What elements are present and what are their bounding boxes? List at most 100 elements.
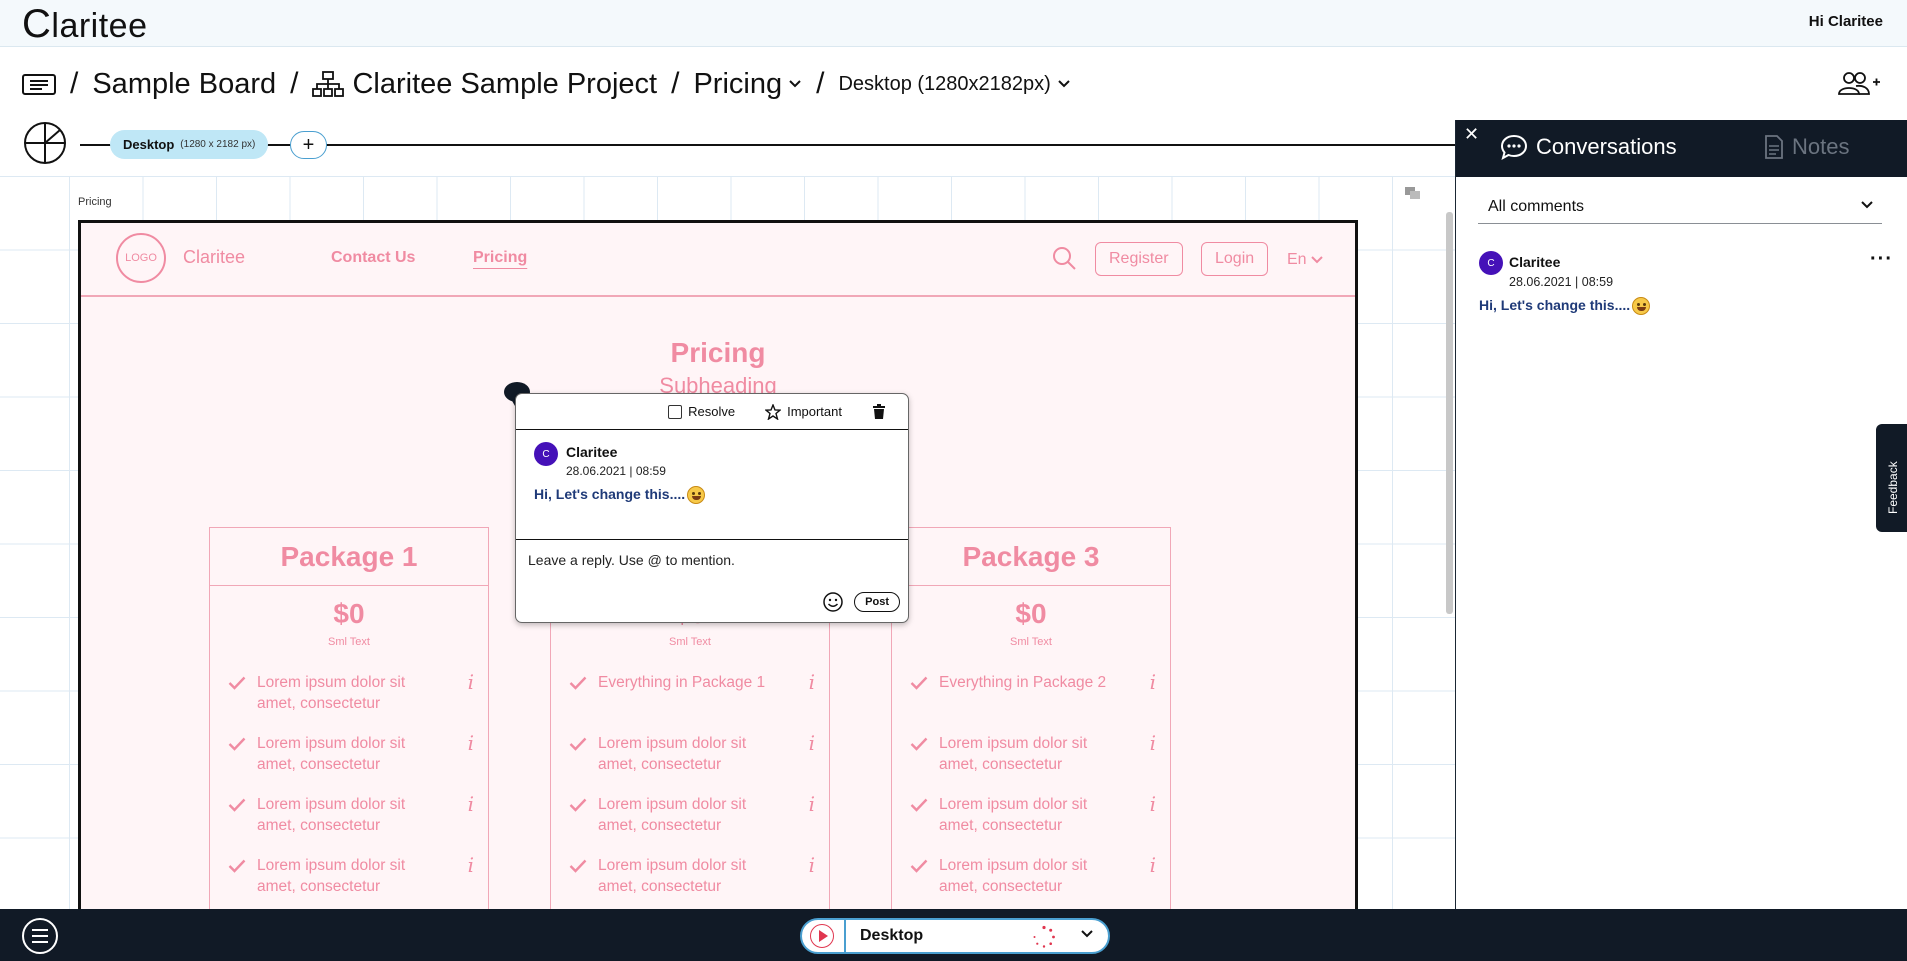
- feature-item: Lorem ipsum dolor sit amet, consectetur i: [210, 672, 488, 733]
- feature-text: Lorem ipsum dolor sit amet, consectetur: [598, 796, 747, 834]
- card-price: $0: [333, 598, 365, 629]
- breadcrumb-viewport[interactable]: Desktop (1280x2182px): [838, 73, 1050, 96]
- card-subtext: Sml Text: [669, 636, 711, 648]
- device-label: Desktop: [860, 927, 924, 944]
- play-icon[interactable]: [810, 924, 834, 948]
- check-icon: [228, 737, 246, 751]
- card-title: Package 1: [210, 528, 488, 586]
- feature-text: Lorem ipsum dolor sit amet, consectetur: [257, 857, 406, 895]
- comment-popup: Resolve Important C Claritee 28.06.2021 …: [515, 393, 909, 623]
- panel-header: ✕ Conversations Notes: [1456, 120, 1907, 177]
- comment-thread: C Claritee 28.06.2021 | 08:59 Hi, Let's …: [516, 430, 908, 540]
- chevron-down-icon[interactable]: [1080, 929, 1094, 939]
- feature-item: Lorem ipsum dolor sit amet, consectetur i: [892, 855, 1170, 916]
- info-icon[interactable]: i: [809, 855, 815, 876]
- feature-item: Lorem ipsum dolor sit amet, consectetur i: [210, 733, 488, 794]
- card-price: $0: [1015, 598, 1047, 629]
- check-icon: [228, 676, 246, 690]
- preview-register-button[interactable]: Register: [1095, 242, 1183, 276]
- feedback-tab[interactable]: Feedback: [1876, 424, 1907, 532]
- feature-item: Everything in Package 1 i: [551, 672, 829, 733]
- top-bar: Claritee Hi Claritee: [0, 0, 1907, 47]
- breadcrumb-page[interactable]: Pricing: [693, 68, 782, 101]
- feedback-label: Feedback: [1886, 461, 1900, 514]
- trash-icon[interactable]: [872, 404, 886, 419]
- menu-icon[interactable]: [22, 918, 58, 954]
- emoji-icon[interactable]: [822, 591, 844, 613]
- reply-actions: Post: [822, 591, 900, 613]
- bottom-bar: Desktop: [0, 909, 1907, 961]
- add-breakpoint-button[interactable]: +: [290, 131, 327, 159]
- check-icon: [228, 798, 246, 812]
- info-icon[interactable]: i: [1150, 794, 1156, 815]
- breadcrumb-separator: /: [290, 67, 299, 100]
- user-greeting[interactable]: Hi Claritee: [1809, 13, 1883, 30]
- important-label: Important: [787, 404, 842, 419]
- preview-nav: LOGO Claritee Contact Us Pricing Registe…: [81, 223, 1355, 297]
- feature-text: Everything in Package 2: [939, 674, 1107, 691]
- avatar: C: [1479, 251, 1503, 275]
- info-icon[interactable]: i: [809, 733, 815, 754]
- panel-comment-text-value: Hi, Let's change this....: [1479, 297, 1631, 313]
- feature-text: Everything in Package 1: [598, 674, 766, 691]
- breakpoint-desktop[interactable]: Desktop (1280 x 2182 px): [110, 130, 269, 159]
- breadcrumb-project[interactable]: Claritee Sample Project: [352, 68, 657, 101]
- comments-filter-select[interactable]: All comments: [1478, 192, 1882, 224]
- chevron-down-icon[interactable]: [1057, 79, 1071, 89]
- info-icon[interactable]: i: [468, 733, 474, 754]
- preview-login-button[interactable]: Login: [1201, 242, 1269, 276]
- preview-logo: LOGO: [116, 233, 166, 283]
- feature-item: Lorem ipsum dolor sit amet, consectetur i: [551, 855, 829, 916]
- post-button[interactable]: Post: [854, 592, 900, 612]
- check-icon: [228, 859, 246, 873]
- tab-conversations-label: Conversations: [1536, 134, 1677, 159]
- canvas-scrollbar[interactable]: [1446, 212, 1453, 614]
- tab-notes[interactable]: Notes: [1764, 134, 1849, 160]
- device-selector[interactable]: Desktop: [800, 918, 1110, 954]
- add-users-icon[interactable]: [1837, 70, 1881, 98]
- info-icon[interactable]: i: [468, 855, 474, 876]
- card-subtext: Sml Text: [328, 636, 370, 648]
- breadcrumb-separator: /: [671, 67, 680, 100]
- frame-label: Pricing: [78, 196, 112, 208]
- info-icon[interactable]: i: [809, 794, 815, 815]
- grin-emoji-icon: [687, 486, 706, 505]
- layers-icon[interactable]: [1404, 186, 1422, 200]
- more-options-icon[interactable]: ···: [1870, 248, 1893, 271]
- check-icon: [910, 859, 928, 873]
- panel-comment-text[interactable]: Hi, Let's change this....: [1479, 297, 1651, 316]
- info-icon[interactable]: i: [468, 672, 474, 693]
- info-icon[interactable]: i: [1150, 855, 1156, 876]
- preview-lang[interactable]: En: [1287, 251, 1323, 269]
- close-icon[interactable]: ✕: [1464, 124, 1479, 145]
- chevron-down-icon[interactable]: [788, 79, 802, 89]
- feature-list: Everything in Package 2 i Lorem ipsum dolo…: [892, 672, 1170, 916]
- info-icon[interactable]: i: [809, 672, 815, 693]
- brand-logo[interactable]: Claritee: [22, 2, 148, 47]
- chevron-down-icon: [1311, 256, 1323, 264]
- pricing-card: Package 3 $0 Sml Text Everything in Package…: [891, 527, 1171, 917]
- resolve-checkbox[interactable]: Resolve: [668, 404, 735, 419]
- search-icon[interactable]: [1051, 245, 1077, 271]
- info-icon[interactable]: i: [1150, 733, 1156, 754]
- preview-link-contact[interactable]: Contact Us: [331, 249, 415, 267]
- tab-conversations[interactable]: Conversations: [1500, 134, 1677, 160]
- brand-initial: C: [22, 2, 52, 46]
- info-icon[interactable]: i: [468, 794, 474, 815]
- feature-text: Lorem ipsum dolor sit amet, consectetur: [598, 857, 747, 895]
- brand-text: laritee: [51, 7, 148, 45]
- avatar: C: [534, 442, 558, 466]
- info-icon[interactable]: i: [1150, 672, 1156, 693]
- pie-icon[interactable]: [22, 120, 68, 166]
- preview-link-pricing[interactable]: Pricing: [473, 249, 527, 267]
- board-icon[interactable]: [22, 72, 56, 96]
- feature-item: Lorem ipsum dolor sit amet, consectetur i: [892, 733, 1170, 794]
- check-icon: [910, 676, 928, 690]
- card-title: Package 3: [892, 528, 1170, 586]
- important-toggle[interactable]: Important: [765, 403, 842, 420]
- reply-input[interactable]: Leave a reply. Use @ to mention.: [516, 540, 908, 580]
- comment-text-value: Hi, Let's change this....: [534, 486, 686, 502]
- breadcrumb-board[interactable]: Sample Board: [92, 68, 276, 101]
- chevron-down-icon: [1861, 201, 1873, 209]
- check-icon: [910, 798, 928, 812]
